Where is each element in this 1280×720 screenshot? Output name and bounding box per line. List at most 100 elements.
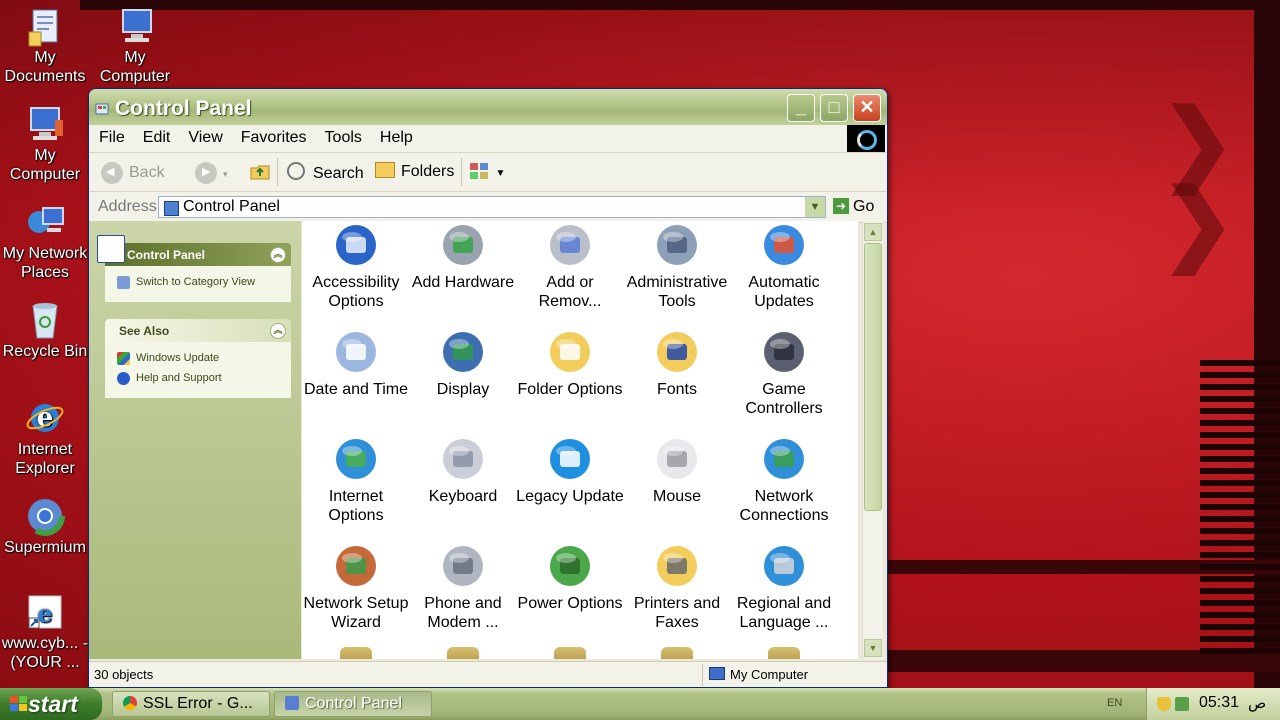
task-ssl-error[interactable]: SSL Error - G... bbox=[112, 691, 270, 717]
menu-help[interactable]: Help bbox=[370, 125, 421, 147]
back-label: Back bbox=[129, 164, 165, 182]
control-panel-item[interactable]: Game Controllers bbox=[730, 328, 838, 418]
regional-language-icon bbox=[760, 542, 808, 590]
control-panel-item[interactable]: Network Setup Wizard bbox=[302, 542, 410, 632]
desktop-icon-internet-explorer[interactable]: e Internet Explorer bbox=[0, 398, 90, 478]
supermium-icon bbox=[25, 496, 65, 536]
go-button[interactable]: ➜ Go bbox=[833, 198, 874, 216]
link-label: Windows Update bbox=[136, 352, 220, 364]
control-panel-item[interactable]: Power Options bbox=[516, 542, 624, 613]
item-label: Phone and Modem ... bbox=[424, 595, 502, 631]
toolbar: Back ▾ Search Folders ▼ bbox=[89, 153, 887, 192]
windows-update-link[interactable]: Windows Update bbox=[117, 350, 291, 370]
control-panel-item[interactable]: Display bbox=[409, 328, 517, 399]
collapse-chevron-icon[interactable]: ︽ bbox=[270, 247, 286, 263]
control-panel-item[interactable]: Network Connections bbox=[730, 435, 838, 525]
menu-tools[interactable]: Tools bbox=[315, 125, 370, 147]
up-folder-button[interactable] bbox=[249, 160, 271, 187]
scroll-down-button[interactable]: ▼ bbox=[864, 639, 882, 657]
control-panel-item[interactable]: Folder Options bbox=[516, 328, 624, 399]
status-divider bbox=[702, 664, 703, 686]
control-panel-item[interactable]: Accessibility Options bbox=[302, 221, 410, 311]
scroll-thumb[interactable] bbox=[864, 243, 882, 511]
search-button[interactable]: Search bbox=[287, 162, 364, 183]
control-panel-item[interactable]: Legacy Update bbox=[516, 435, 624, 506]
automatic-updates-icon bbox=[760, 221, 808, 269]
control-panel-item[interactable]: Add Hardware bbox=[409, 221, 517, 292]
menu-view[interactable]: View bbox=[178, 125, 230, 147]
title-bar[interactable]: Control Panel _ □ ✕ bbox=[89, 89, 887, 125]
desktop-icon-my-documents[interactable]: My Documents bbox=[0, 6, 90, 86]
control-panel-large-icon bbox=[97, 235, 125, 263]
address-dropdown-button[interactable]: ▼ bbox=[805, 197, 825, 217]
task-control-panel[interactable]: Control Panel bbox=[274, 691, 432, 717]
control-panel-item[interactable]: Regional and Language ... bbox=[730, 542, 838, 632]
scroll-up-button[interactable]: ▲ bbox=[864, 223, 882, 241]
switch-to-category-view-link[interactable]: Switch to Category View bbox=[117, 274, 291, 294]
desktop-icon-my-computer[interactable]: My Computer bbox=[0, 104, 90, 184]
vertical-scrollbar[interactable]: ▲ ▼ bbox=[862, 221, 883, 659]
desktop-icon-supermium[interactable]: Supermium bbox=[0, 496, 90, 557]
control-panel-item[interactable]: Phone and Modem ... bbox=[409, 542, 517, 632]
views-button[interactable]: ▼ bbox=[469, 161, 505, 186]
add-hardware-icon bbox=[439, 221, 487, 269]
collapse-chevron-icon[interactable]: ︽ bbox=[270, 323, 286, 339]
help-and-support-link[interactable]: Help and Support bbox=[117, 370, 291, 390]
internet-shortcut-icon: e bbox=[25, 592, 65, 632]
control-panel-item[interactable]: Keyboard bbox=[409, 435, 517, 506]
see-also-title: See Also bbox=[119, 324, 170, 338]
folders-button[interactable]: Folders bbox=[375, 162, 454, 181]
control-panel-item-partial[interactable] bbox=[623, 647, 731, 659]
search-icon bbox=[287, 162, 305, 180]
control-panel-item-partial[interactable] bbox=[302, 647, 410, 659]
desktop-icon-shortcut[interactable]: e www.cyb... - (YOUR ... bbox=[0, 592, 90, 672]
up-folder-icon bbox=[250, 165, 270, 180]
desktop-icon-network-places[interactable]: My Network Places bbox=[0, 202, 90, 282]
control-panel-item[interactable]: Date and Time bbox=[302, 328, 410, 399]
control-panel-panel-header[interactable]: Control Panel ︽ bbox=[97, 235, 291, 266]
item-label: Legacy Update bbox=[516, 488, 624, 505]
close-button[interactable]: ✕ bbox=[853, 94, 881, 122]
start-label: start bbox=[28, 691, 78, 717]
control-panel-item-partial[interactable] bbox=[516, 647, 624, 659]
back-button[interactable]: Back bbox=[101, 162, 165, 184]
folders-label: Folders bbox=[401, 163, 455, 180]
control-panel-item[interactable]: Mouse bbox=[623, 435, 731, 506]
desktop-icon-label: www.cyb... - (YOUR ... bbox=[1, 635, 89, 671]
control-panel-item[interactable]: Fonts bbox=[623, 328, 731, 399]
forward-button[interactable]: ▾ bbox=[195, 162, 228, 184]
maximize-button[interactable]: □ bbox=[820, 94, 848, 122]
start-button[interactable]: start bbox=[0, 688, 102, 720]
desktop-icon-label: My Computer bbox=[9, 147, 81, 183]
minimize-button[interactable]: _ bbox=[787, 94, 815, 122]
forward-dropdown-icon: ▾ bbox=[223, 169, 228, 180]
clock[interactable]: 05:31 bbox=[1199, 694, 1239, 712]
desktop-icon-label: Internet Explorer bbox=[15, 441, 75, 477]
taskbar: start SSL Error - G... Control Panel EN … bbox=[0, 688, 1280, 720]
legacy-update-icon bbox=[546, 435, 594, 483]
security-shield-icon[interactable] bbox=[1157, 697, 1171, 711]
control-panel-item-partial[interactable] bbox=[409, 647, 517, 659]
control-panel-item[interactable]: Automatic Updates bbox=[730, 221, 838, 311]
address-field[interactable]: Control Panel ▼ bbox=[158, 196, 826, 218]
desktop-icon-recycle-bin[interactable]: Recycle Bin bbox=[0, 300, 90, 361]
views-dropdown-icon: ▼ bbox=[495, 168, 506, 179]
control-panel-panel-title: Control Panel bbox=[127, 248, 206, 262]
menu-edit[interactable]: Edit bbox=[133, 125, 179, 147]
control-panel-item[interactable]: Add or Remov... bbox=[516, 221, 624, 311]
control-panel-item-partial[interactable] bbox=[730, 647, 838, 659]
window-title: Control Panel bbox=[115, 97, 252, 120]
see-also-panel-header[interactable]: See Also ︽ bbox=[105, 319, 291, 342]
internet-explorer-icon: e bbox=[25, 398, 65, 438]
control-panel-item[interactable]: Printers and Faxes bbox=[623, 542, 731, 632]
desktop-icon-my-computer-top[interactable]: My Computer bbox=[90, 6, 180, 86]
folder-options-icon bbox=[546, 328, 594, 376]
control-panel-item[interactable]: Administrative Tools bbox=[623, 221, 731, 311]
menu-favorites[interactable]: Favorites bbox=[231, 125, 315, 147]
network-icon[interactable] bbox=[1175, 697, 1189, 711]
menu-file[interactable]: File bbox=[89, 125, 133, 147]
views-icon bbox=[470, 163, 488, 179]
my-computer-small-icon bbox=[709, 667, 725, 680]
language-indicator[interactable]: EN bbox=[1107, 697, 1122, 709]
control-panel-item[interactable]: Internet Options bbox=[302, 435, 410, 525]
